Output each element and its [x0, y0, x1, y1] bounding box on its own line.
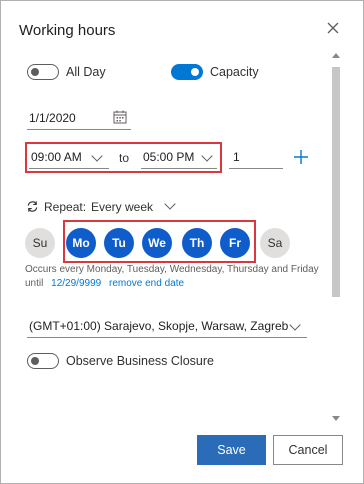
- end-time-select[interactable]: 05:00 PM: [141, 147, 217, 169]
- toggle-knob: [31, 68, 39, 76]
- until-row: until 12/29/9999 remove end date: [25, 278, 184, 289]
- repeat-value: Every week: [91, 200, 154, 214]
- capacity-input[interactable]: 1: [229, 147, 283, 169]
- calendar-icon[interactable]: [113, 110, 127, 124]
- working-hours-dialog: Working hours All Day Capacity 1/1/2020: [0, 0, 364, 484]
- chevron-down-icon: [289, 319, 301, 331]
- save-button[interactable]: Save: [197, 435, 266, 465]
- capacity-input-value: 1: [233, 150, 240, 164]
- capacity-toggle[interactable]: [171, 64, 203, 80]
- observe-closure-label: Observe Business Closure: [66, 354, 214, 368]
- observe-closure-toggle[interactable]: [27, 353, 59, 369]
- timezone-select[interactable]: (GMT+01:00) Sarajevo, Skopje, Warsaw, Za…: [27, 316, 307, 338]
- date-field[interactable]: 1/1/2020: [27, 108, 131, 130]
- all-day-label: All Day: [66, 65, 106, 79]
- cancel-button[interactable]: Cancel: [273, 435, 343, 465]
- day-tuesday[interactable]: Tu: [104, 228, 134, 258]
- toggle-knob: [31, 357, 39, 365]
- until-date-link[interactable]: 12/29/9999: [51, 278, 101, 289]
- day-friday[interactable]: Fr: [220, 228, 250, 258]
- add-icon[interactable]: [293, 149, 309, 165]
- occurs-text: Occurs every Monday, Tuesday, Wednesday,…: [25, 264, 319, 275]
- time-separator: to: [119, 151, 130, 165]
- scroll-thumb[interactable]: [332, 67, 340, 297]
- dialog-title: Working hours: [19, 22, 116, 39]
- scroll-up-icon[interactable]: [332, 53, 340, 58]
- timezone-value: (GMT+01:00) Sarajevo, Skopje, Warsaw, Za…: [29, 319, 289, 333]
- capacity-label: Capacity: [210, 65, 259, 79]
- start-time-select[interactable]: 09:00 AM: [29, 147, 109, 169]
- date-value: 1/1/2020: [29, 111, 76, 125]
- chevron-down-icon: [91, 150, 103, 162]
- day-wednesday[interactable]: We: [142, 228, 172, 258]
- start-time-value: 09:00 AM: [31, 150, 82, 164]
- until-label: until: [25, 278, 44, 289]
- repeat-label: Repeat:: [44, 200, 87, 214]
- all-day-toggle[interactable]: [27, 64, 59, 80]
- scrollbar[interactable]: [329, 53, 343, 421]
- scroll-down-icon[interactable]: [332, 416, 340, 421]
- chevron-down-icon: [164, 198, 176, 210]
- repeat-icon: [27, 201, 38, 212]
- end-time-value: 05:00 PM: [143, 150, 195, 164]
- chevron-down-icon: [201, 150, 213, 162]
- day-saturday[interactable]: Sa: [260, 228, 290, 258]
- day-monday[interactable]: Mo: [66, 228, 96, 258]
- toggle-knob: [191, 68, 199, 76]
- day-thursday[interactable]: Th: [182, 228, 212, 258]
- repeat-select[interactable]: Every week: [91, 197, 181, 217]
- remove-end-date-link[interactable]: remove end date: [109, 278, 184, 289]
- day-sunday[interactable]: Su: [25, 228, 55, 258]
- close-icon[interactable]: [326, 21, 340, 35]
